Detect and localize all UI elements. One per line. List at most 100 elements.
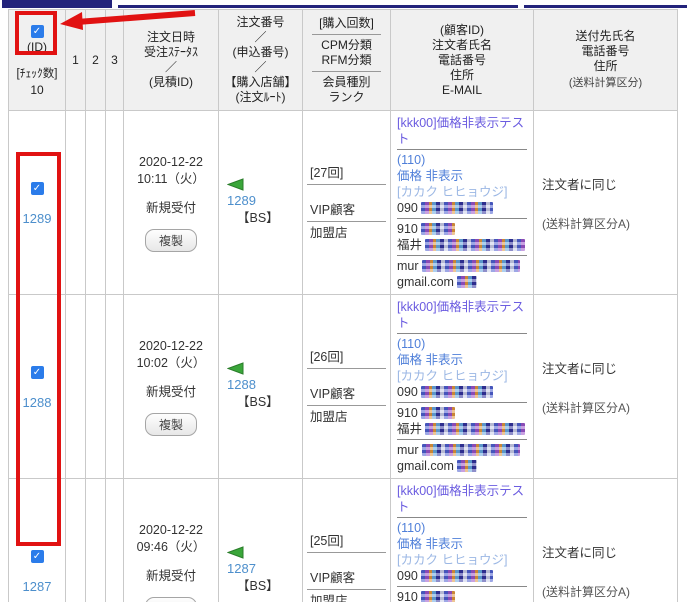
flag-cell-2: [85, 110, 106, 295]
censored-postal: [420, 223, 455, 235]
customer-phone: 090: [397, 200, 527, 216]
divider: [397, 149, 527, 150]
customer-cell: [kkk00]価格非表示テスト (110) 価格 非表示 [カカク ヒヒョウジ]…: [390, 110, 534, 295]
new-order-flag-icon: [226, 178, 244, 191]
customer-id: (110): [397, 337, 426, 351]
order-number-cell: 1287 【BS】: [218, 478, 303, 602]
shipping-cell: 注文者に同じ (送料計算区分A): [533, 110, 678, 295]
divider: [397, 333, 527, 334]
purchase-cell: [27回] VIP顧客 加盟店: [302, 110, 391, 295]
table-row: ✓ 1287 2020-12-22 09:46（火） 新規受付 複製 1287 …: [8, 478, 678, 602]
member-rank: 加盟店: [310, 409, 348, 424]
customer-email-domain: gmail.com: [397, 458, 527, 474]
member-rank: 加盟店: [310, 593, 348, 602]
header-shipping-column: 送付先氏名 電話番号 住所 (送料計算区分): [533, 9, 678, 111]
flag-cell-2: [85, 478, 106, 602]
censored-address: [425, 239, 526, 251]
date-cell: 2020-12-22 09:46（火） 新規受付 複製: [123, 478, 219, 602]
divider: [312, 70, 381, 72]
censored-email-tail: [456, 276, 477, 288]
duplicate-button[interactable]: 複製: [144, 412, 197, 436]
censored-email-tail: [456, 460, 477, 472]
divider: [312, 33, 381, 35]
customer-email: mur: [397, 442, 527, 458]
customer-kana: [カカク ヒヒョウジ]: [397, 369, 508, 383]
flag-cell-1: [65, 478, 86, 602]
table-row: ✓ 1288 2020-12-22 10:02（火） 新規受付 複製 1288 …: [8, 294, 678, 479]
customer-name-link[interactable]: 価格 非表示: [397, 352, 527, 368]
order-status: 新規受付: [145, 384, 196, 399]
customer-link[interactable]: [kkk00]価格非表示テスト: [397, 115, 527, 147]
shipping-fee-class: (送料計算区分A): [542, 216, 630, 231]
customer-kana: [カカク ヒヒョウジ]: [397, 185, 508, 199]
shipping-cell: 注文者に同じ (送料計算区分A): [533, 294, 678, 479]
customer-postal: 910: [397, 221, 527, 237]
flag-cell-1: [65, 294, 86, 479]
annotation-box-row-checkboxes: [16, 152, 61, 546]
order-status: 新規受付: [145, 200, 196, 215]
order-date: 2020-12-22: [139, 522, 203, 537]
divider: [397, 439, 527, 440]
purchase-store: 【BS】: [237, 211, 279, 225]
ship-to-name: 注文者に同じ: [542, 545, 618, 560]
censored-phone: [420, 386, 493, 398]
divider: [397, 586, 527, 587]
censored-address: [425, 423, 526, 435]
censored-phone: [420, 570, 493, 582]
customer-phone: 090: [397, 384, 527, 400]
customer-kana: [カカク ヒヒョウジ]: [397, 553, 508, 567]
customer-name-link[interactable]: 価格 非表示: [397, 168, 527, 184]
flag-cell-1: [65, 110, 86, 295]
order-time: 10:02（火）: [136, 355, 206, 370]
customer-phone: 090: [397, 568, 527, 584]
order-list-screen: ✓ (ID) [ﾁｪｯｸ数] 10 1 2 3 注文日時 受注ｽﾃｰﾀｽ ／ (…: [0, 0, 687, 602]
tabbar-border: [524, 5, 687, 8]
order-id-link[interactable]: 1287: [10, 579, 65, 594]
orders-table: ✓ (ID) [ﾁｪｯｸ数] 10 1 2 3 注文日時 受注ｽﾃｰﾀｽ ／ (…: [8, 9, 678, 602]
divider: [307, 551, 386, 553]
order-number-link[interactable]: 1289: [227, 193, 256, 208]
check-count-label: [ﾁｪｯｸ数]: [16, 67, 58, 80]
divider: [397, 402, 527, 403]
member-type: VIP顧客: [310, 386, 356, 401]
flag-cell-3: [105, 294, 124, 479]
customer-name-link[interactable]: 価格 非表示: [397, 536, 527, 552]
customer-email-domain: gmail.com: [397, 274, 527, 290]
customer-id: (110): [397, 521, 426, 535]
purchase-count: [27回]: [310, 165, 344, 180]
order-date: 2020-12-22: [139, 338, 203, 353]
customer-link[interactable]: [kkk00]価格非表示テスト: [397, 299, 527, 331]
customer-link[interactable]: [kkk00]価格非表示テスト: [397, 483, 527, 515]
purchase-store: 【BS】: [237, 579, 279, 593]
censored-postal: [420, 591, 455, 602]
customer-address: 福井: [397, 421, 527, 437]
duplicate-button[interactable]: 複製: [144, 596, 197, 602]
member-rank: 加盟店: [310, 225, 348, 240]
shipping-cell: 注文者に同じ (送料計算区分A): [533, 478, 678, 602]
divider: [307, 588, 386, 590]
customer-cell: [kkk00]価格非表示テスト (110) 価格 非表示 [カカク ヒヒョウジ]…: [390, 478, 534, 602]
table-row: ✓ 1289 2020-12-22 10:11（火） 新規受付 複製 1289 …: [8, 110, 678, 295]
order-number-link[interactable]: 1287: [227, 561, 256, 576]
divider: [307, 367, 386, 369]
duplicate-button[interactable]: 複製: [144, 228, 197, 252]
order-date: 2020-12-22: [139, 154, 203, 169]
divider: [397, 255, 527, 256]
purchase-cell: [25回] VIP顧客 加盟店: [302, 478, 391, 602]
member-type: VIP顧客: [310, 202, 356, 217]
customer-postal: 910: [397, 589, 527, 602]
new-order-flag-icon: [226, 546, 244, 559]
divider: [307, 183, 386, 185]
header-order-number-column: 注文番号 ／ (申込番号) ／ 【購入店舗】 (注文ﾙｰﾄ): [218, 9, 303, 111]
divider: [397, 218, 527, 219]
order-number-link[interactable]: 1288: [227, 377, 256, 392]
member-type: VIP顧客: [310, 570, 356, 585]
order-status: 新規受付: [145, 568, 196, 583]
customer-postal: 910: [397, 405, 527, 421]
purchase-count: [25回]: [310, 533, 344, 548]
flag-cell-2: [85, 294, 106, 479]
order-time: 09:46（火）: [136, 539, 206, 554]
row-checkbox[interactable]: ✓: [30, 549, 44, 563]
purchase-store: 【BS】: [237, 395, 279, 409]
censored-postal: [420, 407, 455, 419]
